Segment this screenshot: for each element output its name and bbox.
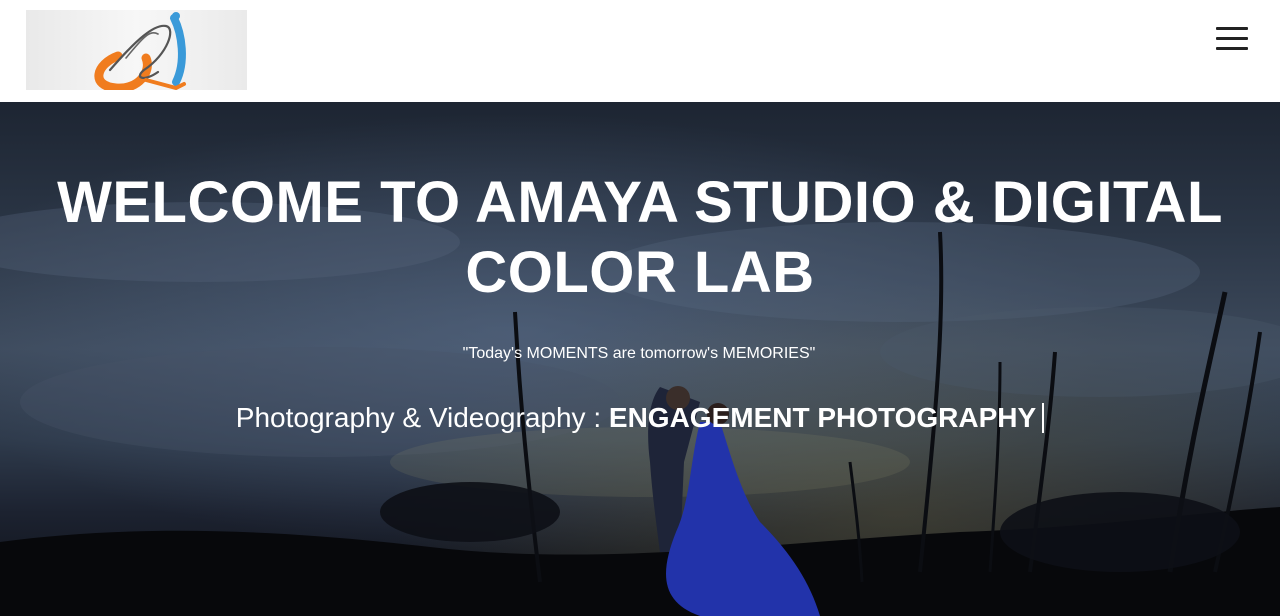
service-line: Photography & Videography : ENGAGEMENT P… (0, 400, 1280, 436)
menu-bar (1216, 37, 1248, 40)
hero-title: WELCOME TO AMAYA STUDIO & DIGITAL COLOR … (57, 170, 1223, 305)
hero-banner: WELCOME TO AMAYA STUDIO & DIGITAL COLOR … (0, 102, 1280, 616)
service-prefix: Photography & Videography : (235, 402, 602, 433)
typing-cursor (1042, 403, 1045, 433)
menu-bar (1216, 27, 1248, 30)
site-header (0, 0, 1280, 102)
service-highlight: ENGAGEMENT PHOTOGRAPHY (608, 402, 1037, 433)
logo-mark (94, 12, 186, 90)
hamburger-menu-icon[interactable] (1212, 24, 1252, 54)
menu-bar (1216, 47, 1248, 50)
site-logo[interactable] (26, 10, 247, 90)
hero-quote: "Today's MOMENTS are tomorrow's MEMORIES… (462, 345, 816, 362)
